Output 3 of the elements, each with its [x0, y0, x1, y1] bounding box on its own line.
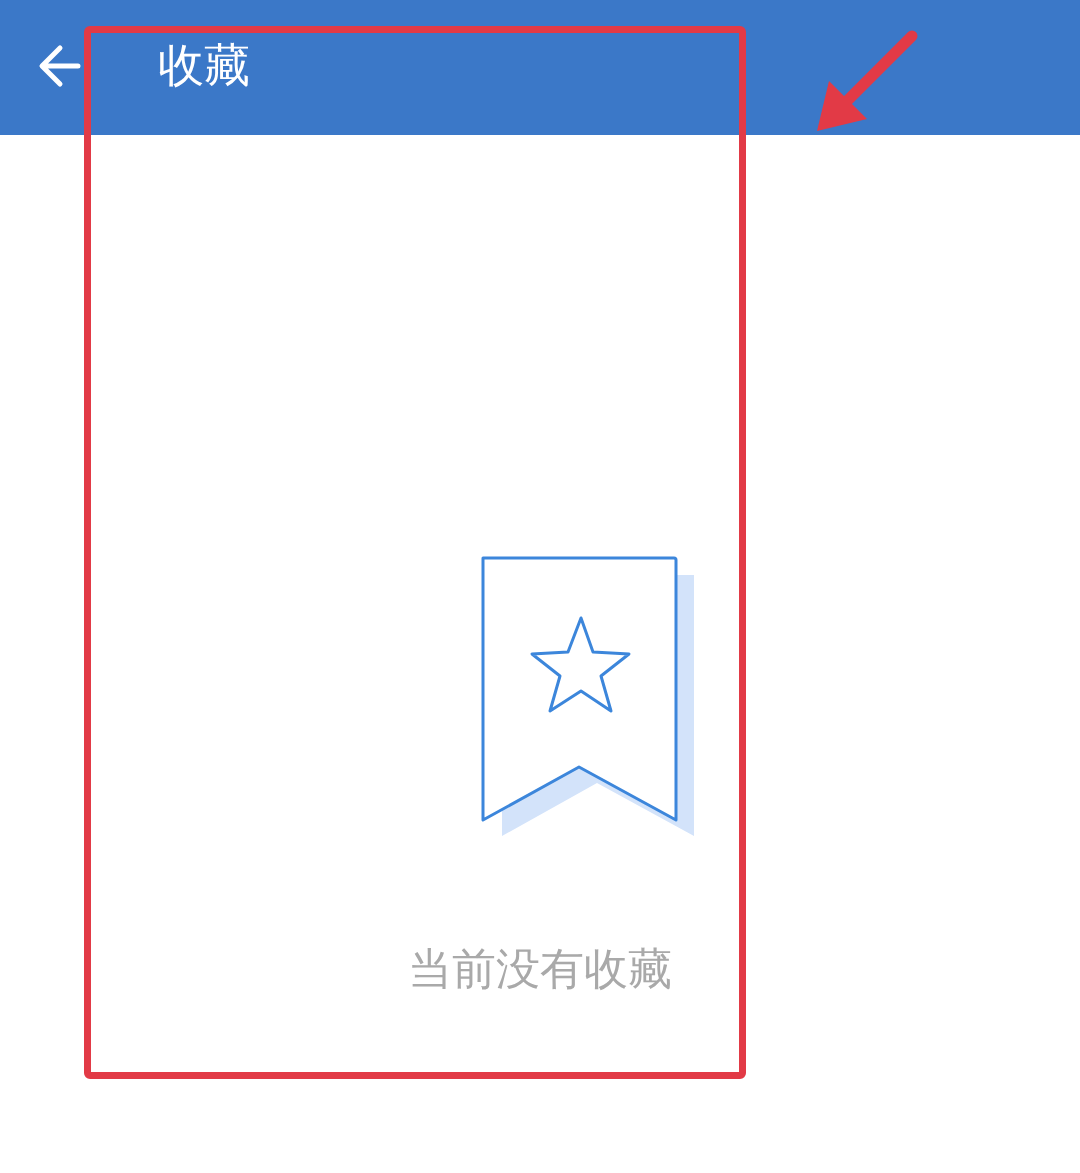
- back-arrow-icon[interactable]: [38, 43, 82, 88]
- empty-message: 当前没有收藏: [408, 942, 672, 996]
- page-title: 收藏: [158, 36, 250, 94]
